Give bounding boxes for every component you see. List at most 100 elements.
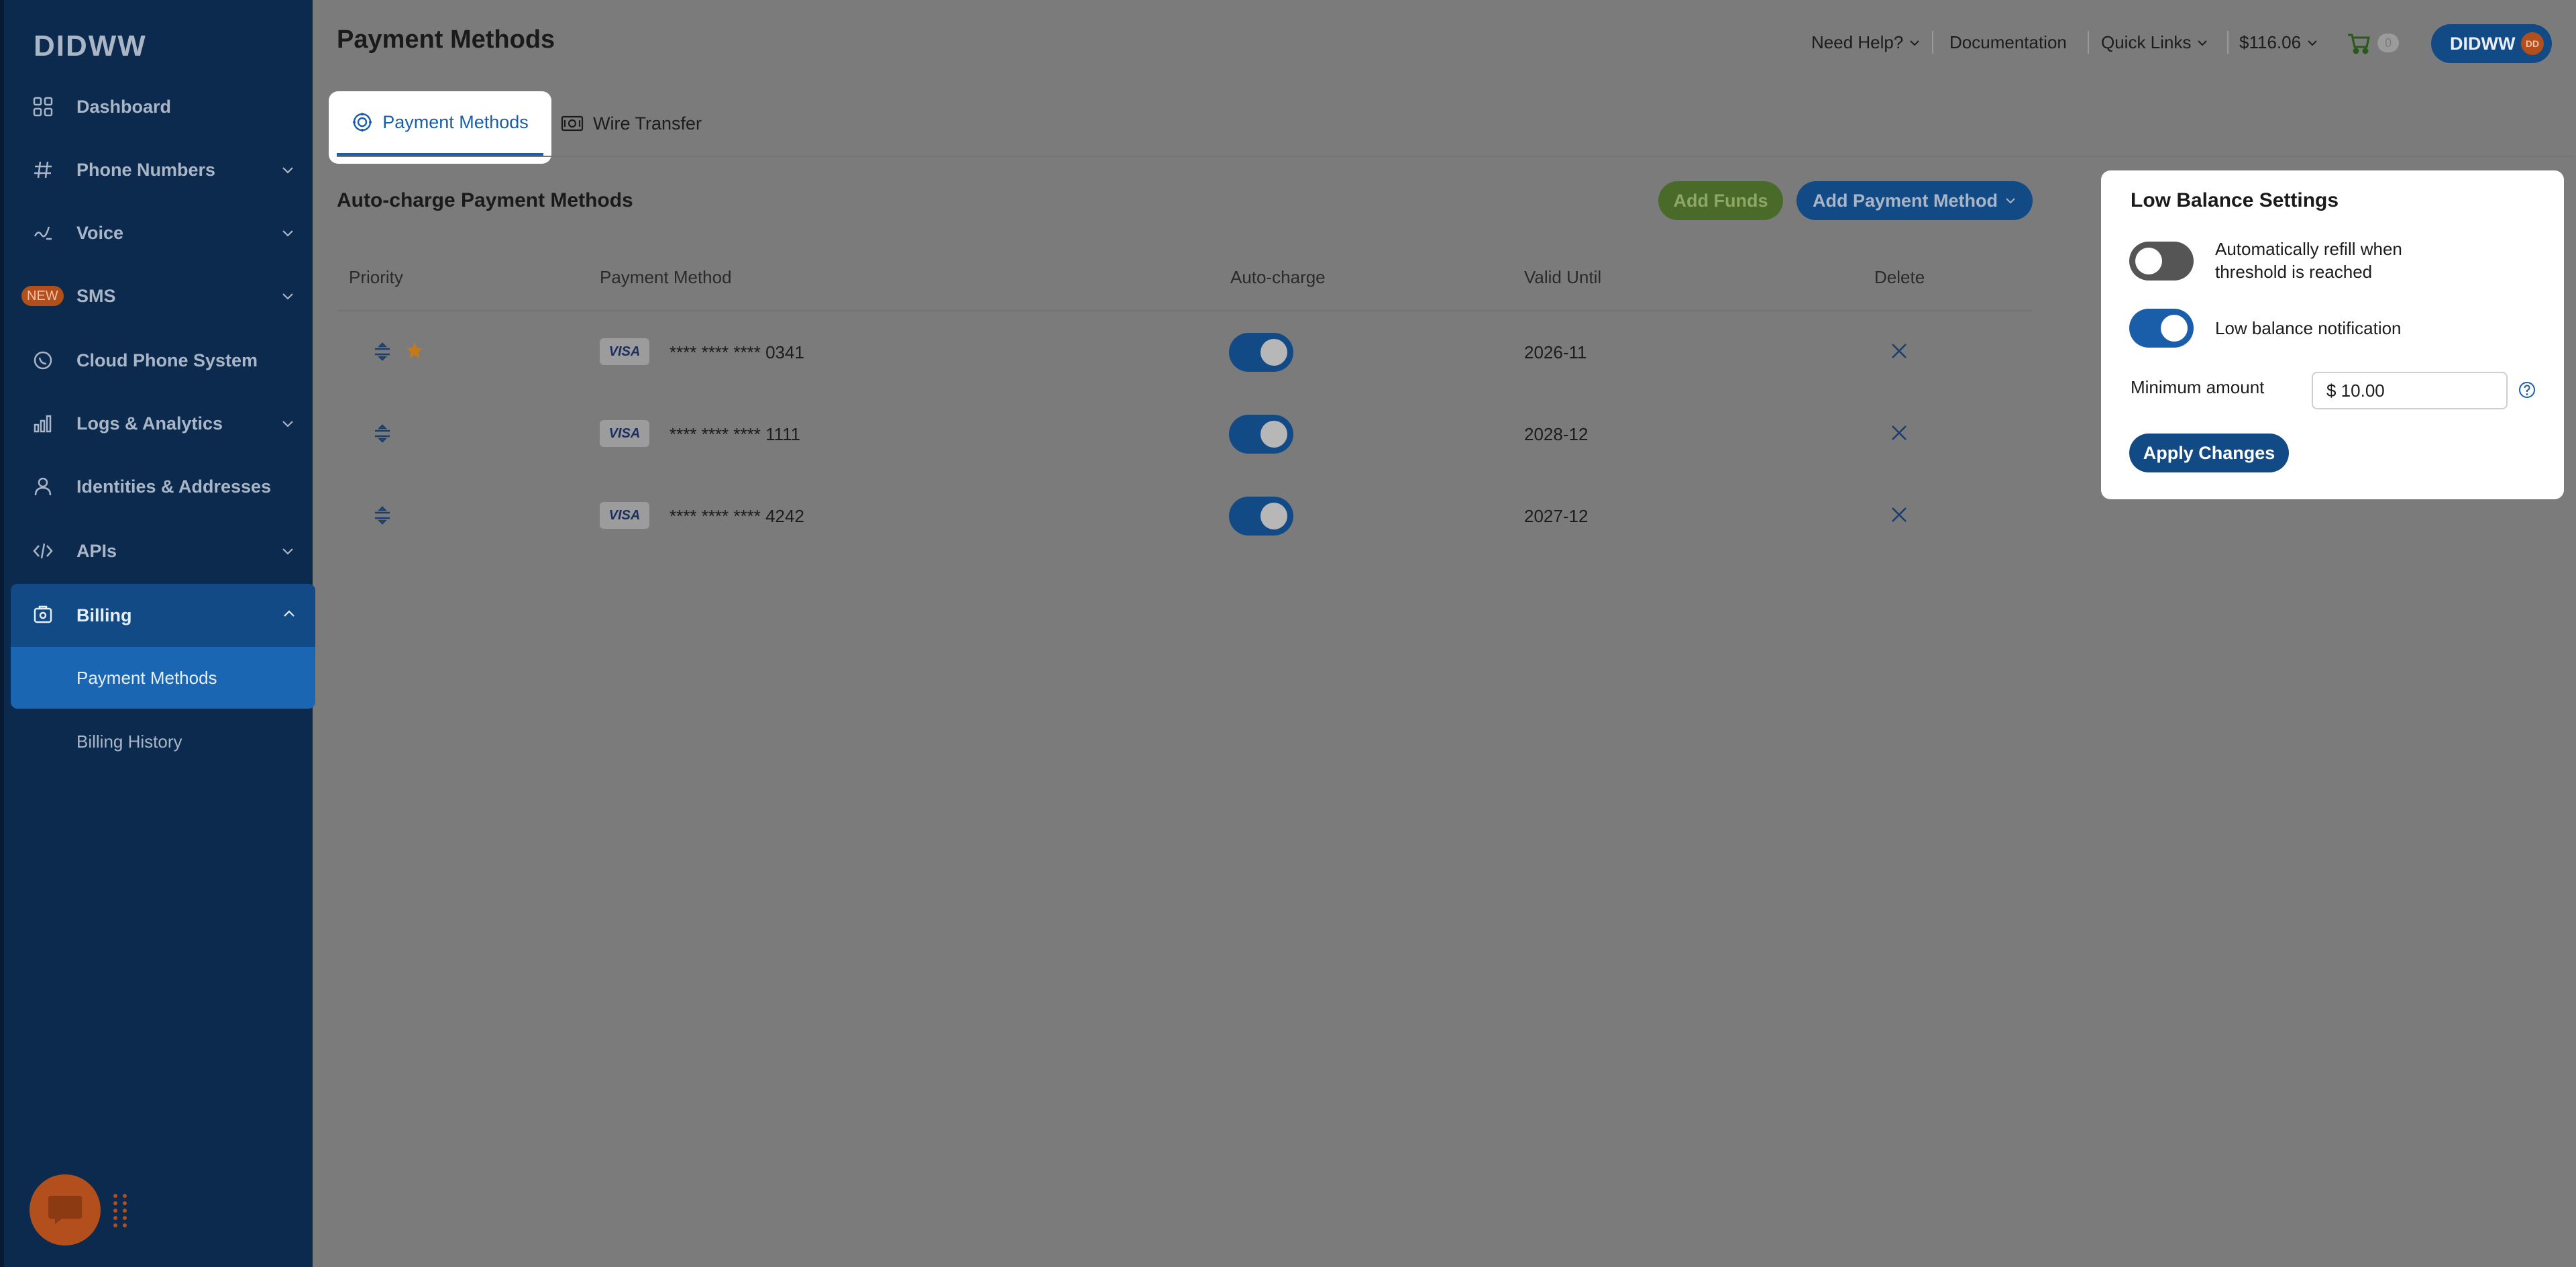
- sidebar-subitem-label: Billing History: [76, 731, 182, 752]
- sidebar-item-label: Voice: [76, 222, 124, 243]
- visa-logo: VISA: [600, 502, 649, 529]
- valid-until: 2027-12: [1524, 506, 1589, 526]
- chevron-down-icon: [282, 421, 293, 427]
- sidebar-item-dashboard[interactable]: Dashboard: [8, 77, 317, 137]
- add-payment-method-button[interactable]: Add Payment Method: [1796, 181, 2033, 220]
- add-funds-button[interactable]: Add Funds: [1658, 181, 1783, 220]
- sidebar-item-label: Phone Numbers: [76, 159, 216, 180]
- sidebar-item-voice[interactable]: Voice: [8, 203, 317, 263]
- divider: [1932, 31, 1933, 54]
- sidebar-item-label: APIs: [76, 540, 117, 561]
- drag-handle-icon[interactable]: [111, 1192, 130, 1229]
- quick-links-label: Quick Links: [2101, 32, 2192, 52]
- chevron-down-icon: [282, 293, 293, 300]
- phone-wave-icon: [32, 222, 54, 244]
- documentation-link[interactable]: Documentation: [1949, 32, 2067, 53]
- auto-charge-toggle[interactable]: [1229, 333, 1293, 372]
- balance-value: $116.06: [2239, 32, 2302, 52]
- cart-icon[interactable]: [2347, 30, 2371, 56]
- sidebar-item-label: Cloud Phone System: [76, 350, 258, 370]
- auto-refill-label: Automatically refill when threshold is r…: [2215, 239, 2402, 282]
- apply-changes-button[interactable]: Apply Changes: [2129, 434, 2289, 472]
- visa-logo: VISA: [600, 338, 649, 365]
- cloud-phone-icon: [32, 350, 54, 371]
- tab-payment-methods[interactable]: Payment Methods: [329, 91, 551, 164]
- drag-handle-icon[interactable]: [373, 506, 392, 525]
- chevron-down-icon: [2308, 40, 2317, 46]
- card-number: **** **** **** 1111: [669, 424, 801, 444]
- low-balance-settings-panel: Low Balance Settings Automatically refil…: [2101, 170, 2564, 499]
- hash-icon: [32, 159, 54, 181]
- sidebar-item-billing[interactable]: Billing: [11, 584, 315, 647]
- star-icon: [407, 342, 423, 358]
- sidebar-subitem-payment-methods[interactable]: Payment Methods: [11, 647, 315, 709]
- new-badge: NEW: [21, 286, 64, 306]
- page-title: Payment Methods: [337, 26, 555, 54]
- sidebar-subitem-billing-history[interactable]: Billing History: [11, 711, 315, 772]
- tab-wire-transfer[interactable]: Wire Transfer: [561, 91, 702, 156]
- auto-charge-toggle[interactable]: [1229, 415, 1293, 454]
- add-payment-method-label: Add Payment Method: [1812, 190, 1998, 211]
- drag-handle-icon[interactable]: [373, 342, 392, 361]
- quick-links-menu[interactable]: Quick Links: [2101, 32, 2208, 53]
- column-header-priority: Priority: [349, 267, 403, 287]
- auto-charge-toggle[interactable]: [1229, 497, 1293, 536]
- tab-divider: [337, 156, 2575, 157]
- column-header-delete: Delete: [1874, 267, 1925, 287]
- minimum-amount-label: Minimum amount: [2131, 377, 2265, 397]
- documentation-label: Documentation: [1949, 32, 2067, 52]
- help-icon[interactable]: [2518, 381, 2536, 399]
- tab-label: Payment Methods: [382, 111, 529, 132]
- user-menu-button[interactable]: DIDWW DD: [2431, 24, 2552, 63]
- sidebar: DIDWW Dashboard Phone Numbers Voice NEW …: [0, 0, 315, 1267]
- chevron-down-icon: [282, 548, 293, 555]
- notification-label: Low balance notification: [2215, 318, 2402, 338]
- person-icon: [32, 476, 54, 497]
- column-header-auto-charge: Auto-charge: [1230, 267, 1326, 287]
- valid-until: 2026-11: [1524, 342, 1587, 362]
- valid-until: 2028-12: [1524, 424, 1589, 444]
- sidebar-item-label: Billing: [76, 605, 132, 625]
- tab-label: Wire Transfer: [593, 113, 702, 134]
- bar-chart-icon: [32, 413, 54, 434]
- need-help-menu[interactable]: Need Help?: [1811, 32, 1921, 53]
- user-name: DIDWW: [2450, 33, 2516, 54]
- close-icon[interactable]: [1890, 342, 1908, 360]
- chevron-up-icon: [284, 610, 294, 617]
- auto-refill-toggle[interactable]: [2129, 242, 2194, 281]
- section-title: Auto-charge Payment Methods: [337, 189, 633, 211]
- billing-icon: [32, 603, 54, 625]
- low-balance-notification-toggle[interactable]: [2129, 309, 2194, 348]
- table-divider: [337, 310, 2033, 311]
- drag-handle-icon[interactable]: [373, 424, 392, 443]
- sidebar-subitem-label: Payment Methods: [76, 667, 217, 688]
- need-help-label: Need Help?: [1811, 32, 1904, 52]
- close-icon[interactable]: [1890, 506, 1908, 523]
- close-icon[interactable]: [1890, 424, 1908, 442]
- minimum-amount-input[interactable]: $ 10.00: [2312, 372, 2508, 409]
- sidebar-item-label: Logs & Analytics: [76, 413, 223, 434]
- balance-menu[interactable]: $116.06: [2239, 32, 2318, 53]
- cart-count-badge: 0: [2377, 34, 2399, 52]
- chat-button[interactable]: [30, 1174, 101, 1246]
- chevron-down-icon: [282, 230, 293, 237]
- chat-icon: [48, 1196, 82, 1224]
- chevron-down-icon: [2006, 198, 2015, 204]
- sidebar-item-apis[interactable]: APIs: [8, 521, 317, 581]
- sidebar-item-logs-analytics[interactable]: Logs & Analytics: [8, 393, 317, 454]
- sidebar-item-identities-addresses[interactable]: Identities & Addresses: [8, 456, 317, 517]
- sidebar-item-phone-numbers[interactable]: Phone Numbers: [8, 140, 317, 200]
- visa-logo: VISA: [600, 420, 649, 447]
- money-transfer-icon: [561, 115, 584, 132]
- chevron-down-icon: [1910, 40, 1920, 46]
- card-number: **** **** **** 0341: [669, 342, 804, 362]
- column-header-payment-method: Payment Method: [600, 267, 732, 287]
- avatar: DD: [2521, 32, 2544, 55]
- sidebar-item-cloud-phone-system[interactable]: Cloud Phone System: [8, 330, 317, 391]
- column-header-valid-until: Valid Until: [1524, 267, 1602, 287]
- sidebar-item-sms[interactable]: NEW SMS: [8, 266, 317, 326]
- divider: [2227, 31, 2229, 54]
- sidebar-item-label: SMS: [76, 285, 116, 306]
- divider: [2088, 31, 2089, 54]
- sidebar-item-label: Dashboard: [76, 96, 172, 117]
